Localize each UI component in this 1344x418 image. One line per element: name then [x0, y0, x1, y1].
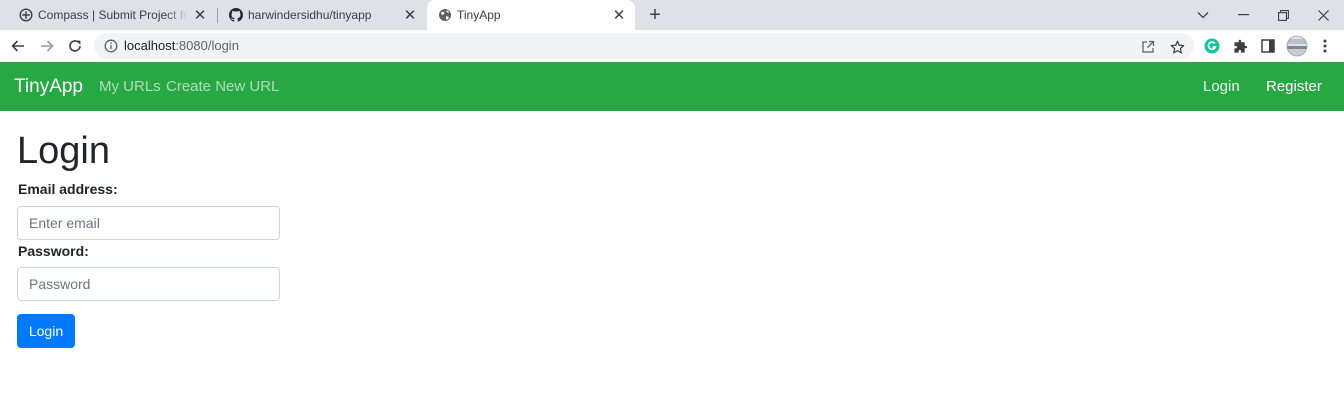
url-path: :8080/login: [175, 38, 239, 53]
email-field[interactable]: [17, 206, 280, 240]
nav-link-create-new-url[interactable]: Create New URL: [166, 78, 279, 96]
nav-link-my-urls[interactable]: My URLs: [99, 78, 161, 96]
restore-icon[interactable]: [1273, 5, 1293, 25]
globe-icon: [439, 9, 451, 21]
tab-search-chevron-icon[interactable]: [1193, 5, 1213, 25]
browser-tab-tinyapp[interactable]: TinyApp ✕: [427, 0, 635, 30]
nav-link-login[interactable]: Login: [1203, 78, 1240, 96]
window-close-icon[interactable]: [1313, 5, 1333, 25]
page-title: Login: [17, 130, 110, 172]
new-tab-button[interactable]: +: [645, 5, 665, 25]
minimize-icon[interactable]: [1233, 5, 1253, 25]
reload-icon[interactable]: [65, 36, 85, 56]
tab-title: Compass | Submit Project for Eva: [38, 8, 188, 22]
profile-avatar[interactable]: [1286, 35, 1308, 57]
url-text: localhost:8080/login: [124, 39, 239, 53]
login-button[interactable]: Login: [17, 314, 75, 348]
url-host: localhost: [124, 38, 176, 53]
github-icon: [229, 8, 243, 22]
tab-title: harwindersidhu/tinyapp: [248, 8, 372, 22]
side-panel-icon[interactable]: [1259, 37, 1277, 55]
extensions-icon[interactable]: [1231, 37, 1249, 55]
info-icon[interactable]: [104, 39, 118, 53]
forward-icon[interactable]: [37, 36, 57, 56]
back-icon[interactable]: [8, 36, 28, 56]
share-icon[interactable]: [1140, 39, 1156, 55]
browser-tab-compass[interactable]: Compass | Submit Project for Eva ✕: [8, 0, 216, 30]
nav-link-register[interactable]: Register: [1266, 78, 1322, 96]
close-icon[interactable]: ✕: [192, 7, 208, 23]
close-icon[interactable]: ✕: [402, 7, 418, 23]
password-label: Password:: [18, 243, 89, 259]
bookmark-star-icon[interactable]: [1169, 39, 1185, 55]
browser-toolbar: localhost:8080/login: [0, 30, 1344, 62]
address-bar[interactable]: localhost:8080/login: [94, 33, 1194, 59]
grammarly-icon[interactable]: [1203, 37, 1221, 55]
tab-title: TinyApp: [457, 8, 501, 22]
compass-icon: [19, 8, 33, 22]
top-navbar: TinyApp My URLs Create New URL Login Reg…: [0, 62, 1344, 111]
close-icon[interactable]: ✕: [611, 7, 627, 23]
brand-logo[interactable]: TinyApp: [14, 76, 83, 98]
password-field[interactable]: [17, 267, 280, 301]
browser-tab-github[interactable]: harwindersidhu/tinyapp ✕: [218, 0, 426, 30]
browser-tab-strip: Compass | Submit Project for Eva ✕ harwi…: [0, 0, 1344, 30]
email-label: Email address:: [18, 181, 118, 197]
menu-kebab-icon[interactable]: [1316, 37, 1334, 55]
